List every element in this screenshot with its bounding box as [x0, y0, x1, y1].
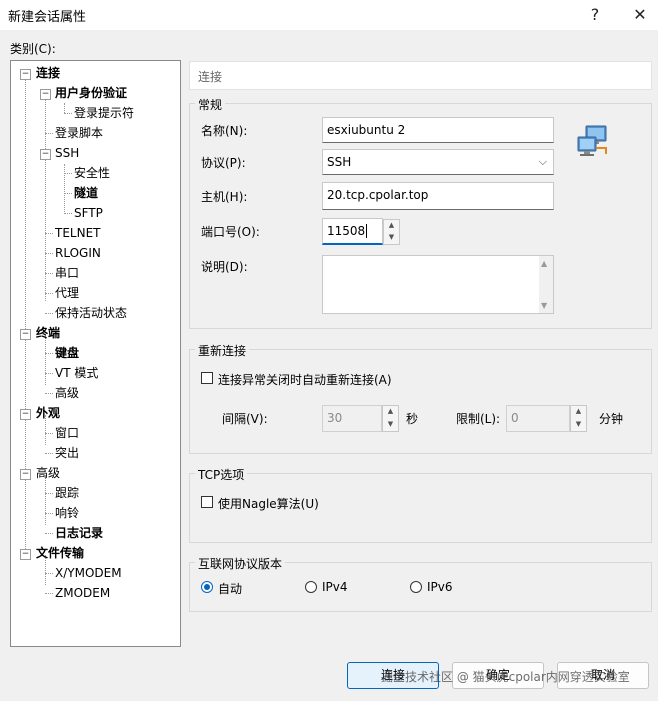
category-label: 类别(C):: [10, 42, 56, 56]
name-label: 名称(N):: [201, 124, 248, 138]
tree-item-bell[interactable]: 响铃: [55, 504, 79, 522]
port-input[interactable]: 11508: [322, 218, 383, 245]
description-scrollbar[interactable]: ▲ ▼: [539, 256, 553, 313]
description-label: 说明(D):: [201, 260, 248, 274]
chevron-down-icon: ⌵: [538, 155, 547, 168]
ipv6-label: IPv6: [427, 580, 453, 594]
page-title: 连接: [198, 70, 223, 84]
nagle-label: 使用Nagle算法(U): [218, 497, 319, 511]
description-textarea[interactable]: ▲ ▼: [322, 255, 554, 314]
scroll-down-icon[interactable]: ▼: [541, 301, 547, 310]
tcp-group-title: TCP选项: [195, 466, 248, 483]
tree-item-file-transfer[interactable]: 文件传输: [36, 544, 84, 562]
tree-item-xymodem[interactable]: X/YMODEM: [55, 564, 122, 582]
category-tree[interactable]: − 连接 − 用户身份验证 登录提示符 登录脚本 − SSH 安全性 隧道 SF…: [10, 60, 181, 647]
tree-item-keepalive[interactable]: 保持活动状态: [55, 304, 127, 322]
limit-input[interactable]: 0: [506, 405, 570, 432]
collapse-icon[interactable]: −: [40, 89, 51, 100]
port-label: 端口号(O):: [201, 225, 260, 239]
tree-item-proxy[interactable]: 代理: [55, 284, 79, 302]
tree-item-sftp[interactable]: SFTP: [74, 204, 103, 222]
tree-item-vt-mode[interactable]: VT 模式: [55, 364, 98, 382]
tree-item-window[interactable]: 窗口: [55, 424, 79, 442]
tree-item-tunnel[interactable]: 隧道: [74, 184, 98, 202]
spin-down-icon[interactable]: ▼: [384, 232, 399, 244]
spin-up-icon[interactable]: ▲: [384, 220, 399, 232]
window-title: 新建会话属性: [8, 10, 87, 25]
spin-up-icon[interactable]: ▲: [383, 406, 398, 419]
collapse-icon[interactable]: −: [20, 549, 31, 560]
tree-item-appearance[interactable]: 外观: [36, 404, 60, 422]
reconnect-group-title: 重新连接: [195, 342, 250, 359]
tree-item-highlight[interactable]: 突出: [55, 444, 79, 462]
collapse-icon[interactable]: −: [40, 149, 51, 160]
host-input[interactable]: 20.tcp.cpolar.top: [322, 182, 554, 210]
interval-input[interactable]: 30: [322, 405, 382, 432]
ip-auto-radio[interactable]: [201, 581, 213, 593]
collapse-icon[interactable]: −: [20, 409, 31, 420]
collapse-icon[interactable]: −: [20, 69, 31, 80]
name-input[interactable]: esxiubuntu 2: [322, 117, 554, 143]
seconds-unit: 秒: [406, 412, 419, 426]
page-header: 连接: [189, 61, 652, 90]
tree-item-login-prompt[interactable]: 登录提示符: [74, 104, 134, 122]
ipv4-radio[interactable]: [305, 581, 317, 593]
protocol-label: 协议(P):: [201, 156, 246, 170]
ip-version-group-title: 互联网协议版本: [195, 555, 286, 572]
interval-label: 间隔(V):: [222, 412, 268, 426]
host-label: 主机(H):: [201, 190, 248, 204]
nagle-checkbox[interactable]: [201, 496, 213, 508]
spin-up-icon[interactable]: ▲: [571, 406, 586, 419]
spin-down-icon[interactable]: ▼: [571, 419, 586, 432]
port-value: 11508: [327, 224, 366, 238]
tree-item-rlogin[interactable]: RLOGIN: [55, 244, 101, 262]
auto-reconnect-checkbox[interactable]: [201, 372, 213, 384]
tree-item-advanced[interactable]: 高级: [36, 464, 60, 482]
title-bar: 新建会话属性 ? ✕: [0, 0, 658, 30]
tree-item-auth[interactable]: 用户身份验证: [55, 84, 127, 102]
watermark: 掘金技术社区 @ 猫头虎cpolar内网穿透实验室: [381, 670, 630, 684]
tree-item-connection[interactable]: 连接: [36, 64, 60, 82]
limit-stepper[interactable]: ▲ ▼: [570, 405, 587, 432]
spin-down-icon[interactable]: ▼: [383, 419, 398, 432]
tree-item-security[interactable]: 安全性: [74, 164, 110, 182]
tree-item-trace[interactable]: 跟踪: [55, 484, 79, 502]
ip-auto-label: 自动: [218, 582, 243, 596]
reconnect-group: [189, 349, 652, 454]
limit-label: 限制(L):: [456, 412, 501, 426]
tree-item-terminal-advanced[interactable]: 高级: [55, 384, 79, 402]
tree-item-keyboard[interactable]: 键盘: [55, 344, 79, 362]
collapse-icon[interactable]: −: [20, 329, 31, 340]
tree-item-login-script[interactable]: 登录脚本: [55, 124, 103, 142]
tree-item-terminal[interactable]: 终端: [36, 324, 60, 342]
minutes-unit: 分钟: [599, 412, 624, 426]
ipv6-radio[interactable]: [410, 581, 422, 593]
help-button[interactable]: ?: [580, 3, 610, 27]
interval-stepper[interactable]: ▲ ▼: [382, 405, 399, 432]
collapse-icon[interactable]: −: [20, 469, 31, 480]
tree-item-serial[interactable]: 串口: [55, 264, 79, 282]
tree-item-telnet[interactable]: TELNET: [55, 224, 101, 242]
general-group-title: 常规: [195, 96, 226, 113]
auto-reconnect-label: 连接异常关闭时自动重新连接(A): [218, 373, 392, 387]
network-computer-icon: [576, 124, 612, 160]
tree-item-zmodem[interactable]: ZMODEM: [55, 584, 110, 602]
port-stepper[interactable]: ▲ ▼: [383, 219, 400, 245]
ipv4-label: IPv4: [322, 580, 348, 594]
protocol-select[interactable]: SSH ⌵: [322, 149, 554, 175]
protocol-value: SSH: [327, 155, 352, 169]
tree-item-ssh[interactable]: SSH: [55, 144, 79, 162]
scroll-up-icon[interactable]: ▲: [541, 259, 547, 268]
close-button[interactable]: ✕: [625, 3, 655, 27]
tree-item-logging[interactable]: 日志记录: [55, 524, 103, 542]
